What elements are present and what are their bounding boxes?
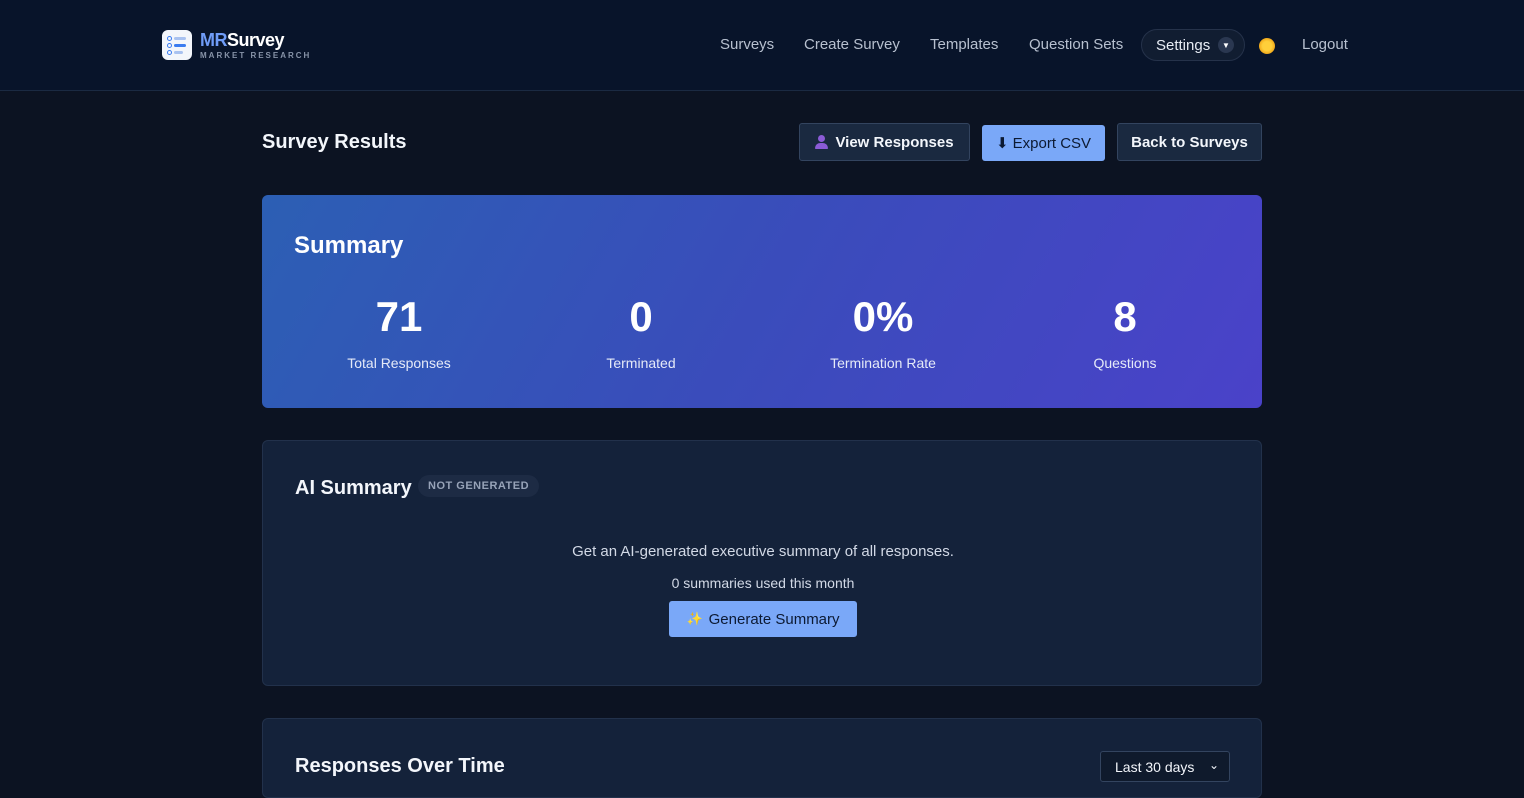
chevron-down-icon: ▼	[1218, 37, 1234, 53]
sun-icon[interactable]	[1259, 38, 1275, 54]
stat-value: 71	[375, 293, 423, 340]
stat-label: Total Responses	[347, 355, 451, 371]
chevron-down-icon: ⌄	[1208, 758, 1219, 772]
sparkle-icon: ✨	[686, 611, 703, 626]
responses-over-time-card: Responses Over Time Last 30 days ⌄	[262, 718, 1262, 798]
date-range-select[interactable]: Last 30 days ⌄	[1100, 751, 1230, 782]
ai-summary-title: AI Summary	[295, 477, 412, 499]
stat-total-responses: 71 Total Responses	[279, 293, 519, 371]
page-title: Survey Results	[262, 131, 407, 153]
brand-tagline: MARKET RESEARCH	[200, 50, 312, 60]
stat-value: 8	[1113, 293, 1137, 340]
nav-logout[interactable]: Logout	[1302, 36, 1348, 53]
stat-label: Termination Rate	[830, 355, 936, 371]
nav-surveys[interactable]: Surveys	[720, 36, 774, 53]
nav-create-survey[interactable]: Create Survey	[804, 36, 900, 53]
generate-summary-label: Generate Summary	[708, 610, 840, 628]
status-badge: NOT GENERATED	[418, 475, 540, 497]
back-to-surveys-button[interactable]: Back to Surveys	[1117, 123, 1262, 161]
stat-terminated: 0 Terminated	[521, 293, 761, 371]
settings-dropdown[interactable]: Settings ▼	[1141, 29, 1245, 61]
logo-icon	[162, 30, 192, 60]
export-csv-button[interactable]: ⬇ Export CSV	[982, 125, 1105, 161]
settings-label: Settings	[1156, 36, 1211, 54]
nav-question-sets[interactable]: Question Sets	[1029, 36, 1123, 53]
responses-over-time-title: Responses Over Time	[295, 755, 505, 777]
stat-questions: 8 Questions	[1005, 293, 1245, 371]
stat-value: 0	[629, 293, 653, 340]
ai-summary-usage: 0 summaries used this month	[671, 575, 855, 591]
summary-card: Summary 71 Total Responses 0 Terminated …	[262, 195, 1262, 408]
date-range-value: Last 30 days	[1115, 758, 1195, 775]
brand-name: MRSurvey	[200, 29, 285, 50]
summary-title: Summary	[294, 232, 404, 259]
stat-label: Questions	[1093, 355, 1157, 371]
person-icon	[815, 135, 829, 149]
ai-summary-description: Get an AI-generated executive summary of…	[572, 543, 954, 560]
ai-summary-card: AI Summary NOT GENERATED Get an AI-gener…	[262, 440, 1262, 686]
stat-value: 0%	[852, 293, 914, 340]
nav-templates[interactable]: Templates	[930, 36, 998, 53]
view-responses-label: View Responses	[835, 133, 954, 151]
top-navbar: MRSurvey MARKET RESEARCH Surveys Create …	[0, 0, 1524, 91]
stat-termination-rate: 0% Termination Rate	[763, 293, 1003, 371]
generate-summary-button[interactable]: ✨ Generate Summary	[669, 601, 857, 637]
stat-label: Terminated	[606, 355, 676, 371]
brand-logo[interactable]: MRSurvey MARKET RESEARCH	[162, 30, 311, 60]
view-responses-button[interactable]: View Responses	[799, 123, 970, 161]
